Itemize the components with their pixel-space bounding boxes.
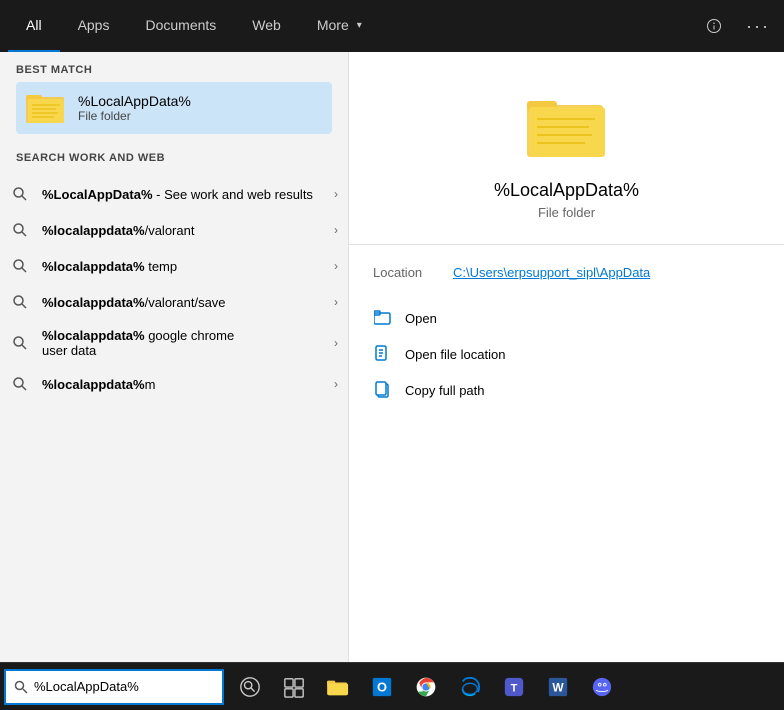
best-match-label: Best match <box>16 64 332 76</box>
outlook-button[interactable]: O <box>360 665 404 709</box>
result-text: %localappdata%/valorant <box>42 223 326 238</box>
more-options-button[interactable]: ··· <box>740 8 776 44</box>
right-panel-subtitle: File folder <box>538 205 595 220</box>
best-match-item[interactable]: %LocalAppData% File folder <box>16 82 332 134</box>
action-copy-path[interactable]: Copy full path <box>349 372 784 408</box>
tab-apps-label: Apps <box>78 17 110 33</box>
best-match-section: Best match %LocalAppData% File folder <box>0 52 348 142</box>
folder-icon-large <box>527 92 607 164</box>
edge-button[interactable] <box>448 665 492 709</box>
taskbar: O T W <box>0 662 784 710</box>
tab-more[interactable]: More ▾ <box>299 0 380 52</box>
nav-icons: ··· <box>696 8 776 44</box>
result-text: %localappdata% google chromeuser data <box>42 328 326 358</box>
word-icon: W <box>547 676 569 698</box>
right-panel-title: %LocalAppData% <box>494 180 639 201</box>
best-match-text: %LocalAppData% File folder <box>78 93 191 123</box>
task-view-button[interactable] <box>272 665 316 709</box>
discord-button[interactable] <box>580 665 624 709</box>
list-item[interactable]: %localappdata%/valorant/save › <box>0 284 348 320</box>
ellipsis-icon: ··· <box>746 16 770 37</box>
search-icon <box>10 333 30 353</box>
svg-text:O: O <box>377 679 387 694</box>
chevron-right-icon: › <box>334 223 338 237</box>
location-label: Location <box>373 265 453 280</box>
best-match-title: %LocalAppData% <box>78 93 191 109</box>
location-row: Location C:\Users\erpsupport_sipl\AppDat… <box>349 261 784 284</box>
result-text: %localappdata% temp <box>42 259 326 274</box>
tab-documents[interactable]: Documents <box>127 0 234 52</box>
chevron-right-icon: › <box>334 295 338 309</box>
divider <box>349 244 784 245</box>
tab-all[interactable]: All <box>8 0 60 52</box>
actions-list: Open Open file location <box>349 300 784 408</box>
outlook-icon: O <box>371 676 393 698</box>
right-panel: %LocalAppData% File folder Location C:\U… <box>348 52 784 662</box>
search-web-label: Search work and web <box>16 152 332 164</box>
copy-icon <box>373 380 393 400</box>
tab-web-label: Web <box>252 17 281 33</box>
list-item[interactable]: %localappdata%m › <box>0 366 348 402</box>
best-match-subtitle: File folder <box>78 109 191 123</box>
teams-button[interactable]: T <box>492 665 536 709</box>
feedback-icon <box>706 18 722 34</box>
action-file-location-label: Open file location <box>405 347 505 362</box>
chevron-right-icon: › <box>334 336 338 350</box>
top-navigation: All Apps Documents Web More ▾ ··· <box>0 0 784 52</box>
folder-icon <box>26 90 66 126</box>
result-text: %LocalAppData% - See work and web result… <box>42 187 326 202</box>
location-value[interactable]: C:\Users\erpsupport_sipl\AppData <box>453 265 650 280</box>
list-item[interactable]: %localappdata% temp › <box>0 248 348 284</box>
search-web-section: Search work and web <box>0 142 348 176</box>
main-area: Best match %LocalAppData% File folder <box>0 52 784 662</box>
action-copy-path-label: Copy full path <box>405 383 485 398</box>
teams-icon: T <box>503 676 525 698</box>
taskbar-search-input[interactable] <box>34 679 214 694</box>
search-circle-button[interactable] <box>228 665 272 709</box>
tab-more-label: More <box>317 17 349 33</box>
file-explorer-icon <box>327 676 349 698</box>
list-item[interactable]: %LocalAppData% - See work and web result… <box>0 176 348 212</box>
search-icon <box>10 220 30 240</box>
search-icon <box>10 256 30 276</box>
file-location-icon <box>373 344 393 364</box>
taskbar-search[interactable] <box>4 669 224 705</box>
result-text: %localappdata%m <box>42 377 326 392</box>
search-icon <box>10 292 30 312</box>
chrome-icon <box>415 676 437 698</box>
action-open-label: Open <box>405 311 437 326</box>
action-open[interactable]: Open <box>349 300 784 336</box>
search-icon <box>10 374 30 394</box>
chevron-down-icon: ▾ <box>357 20 362 31</box>
list-item[interactable]: %localappdata% google chromeuser data › <box>0 320 348 366</box>
discord-icon <box>591 676 613 698</box>
task-view-icon <box>283 676 305 698</box>
tab-web[interactable]: Web <box>234 0 299 52</box>
left-panel: Best match %LocalAppData% File folder <box>0 52 348 662</box>
action-file-location[interactable]: Open file location <box>349 336 784 372</box>
svg-text:T: T <box>511 682 518 694</box>
chevron-right-icon: › <box>334 259 338 273</box>
word-button[interactable]: W <box>536 665 580 709</box>
feedback-button[interactable] <box>696 8 732 44</box>
search-icon <box>10 184 30 204</box>
list-item[interactable]: %localappdata%/valorant › <box>0 212 348 248</box>
result-text: %localappdata%/valorant/save <box>42 295 326 310</box>
edge-icon <box>459 676 481 698</box>
search-circle-icon <box>239 676 261 698</box>
svg-text:W: W <box>552 680 564 694</box>
file-explorer-button[interactable] <box>316 665 360 709</box>
chrome-button[interactable] <box>404 665 448 709</box>
tab-apps[interactable]: Apps <box>60 0 128 52</box>
chevron-right-icon: › <box>334 187 338 201</box>
tab-documents-label: Documents <box>145 17 216 33</box>
folder-open-icon <box>373 308 393 328</box>
tab-all-label: All <box>26 17 42 33</box>
search-icon-small <box>14 680 28 694</box>
chevron-right-icon: › <box>334 377 338 391</box>
